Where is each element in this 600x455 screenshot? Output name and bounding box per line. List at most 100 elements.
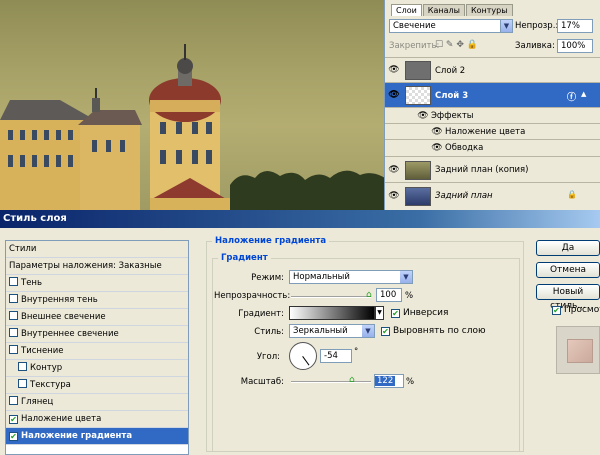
- styles-list: Стили Параметры наложения: Заказные Тень…: [5, 240, 189, 455]
- style-item-label: Текстура: [30, 380, 71, 390]
- blend-options-item[interactable]: Параметры наложения: Заказные: [6, 258, 188, 275]
- cancel-button[interactable]: Отмена: [536, 262, 600, 278]
- style-select[interactable]: Зеркальный ▼: [289, 324, 375, 338]
- reverse-label: Инверсия: [403, 308, 449, 318]
- scale-field[interactable]: 122: [374, 374, 404, 388]
- blend-mode-select[interactable]: Свечение ▼: [389, 19, 513, 33]
- checkbox[interactable]: ✔: [391, 309, 400, 318]
- layer-opacity-value: 17%: [561, 21, 580, 31]
- degree-sign: °: [354, 347, 359, 357]
- layers-tabs: Слои Каналы Контуры: [391, 4, 514, 16]
- style-item-label: Внутренняя тень: [21, 295, 98, 305]
- scale-slider[interactable]: [291, 381, 371, 383]
- image-canvas[interactable]: [0, 0, 385, 210]
- reverse-checkbox[interactable]: ✔ Инверсия: [391, 308, 448, 318]
- eye-icon[interactable]: 👁: [388, 90, 400, 100]
- checkbox[interactable]: ✔: [552, 306, 561, 315]
- checkbox[interactable]: [9, 294, 18, 303]
- style-item[interactable]: Глянец: [6, 394, 188, 411]
- mode-select[interactable]: Нормальный ▼: [289, 270, 413, 284]
- layer-name: Слой 2: [435, 66, 466, 76]
- layer-thumbnail: [405, 161, 431, 180]
- tab-paths[interactable]: Контуры: [465, 4, 513, 16]
- effect-row[interactable]: 👁 Обводка: [385, 139, 600, 156]
- slider-thumb[interactable]: ⌂: [366, 290, 372, 300]
- style-item[interactable]: Контур: [6, 360, 188, 377]
- opacity-field[interactable]: 100: [376, 288, 402, 302]
- fill-label: Заливка:: [515, 41, 555, 51]
- align-checkbox[interactable]: ✔ Выровнять по слою: [381, 326, 486, 336]
- checkbox[interactable]: [9, 311, 18, 320]
- opacity-value: 100: [380, 290, 397, 300]
- styles-header[interactable]: Стили: [6, 241, 188, 258]
- checkbox[interactable]: [9, 396, 18, 405]
- tab-channels[interactable]: Каналы: [422, 4, 465, 16]
- style-item[interactable]: Внешнее свечение: [6, 309, 188, 326]
- fill-field[interactable]: 100%: [557, 39, 593, 53]
- ok-button[interactable]: Да: [536, 240, 600, 256]
- gradient-preview[interactable]: [289, 306, 375, 320]
- eye-icon[interactable]: 👁: [388, 191, 400, 201]
- align-label: Выровнять по слою: [393, 326, 486, 336]
- style-item-label: Внутреннее свечение: [21, 329, 119, 339]
- checkbox[interactable]: [18, 379, 27, 388]
- checkbox[interactable]: [18, 362, 27, 371]
- style-item[interactable]: Внутренняя тень: [6, 292, 188, 309]
- eye-icon[interactable]: 👁: [431, 143, 443, 153]
- angle-dial[interactable]: [289, 342, 317, 370]
- style-item[interactable]: ✔ Наложение градиента: [6, 428, 188, 445]
- eye-icon[interactable]: 👁: [417, 111, 429, 121]
- eye-icon[interactable]: 👁: [388, 165, 400, 175]
- style-item-label: Наложение цвета: [21, 414, 102, 424]
- style-label: Стиль:: [254, 327, 284, 337]
- tab-layers[interactable]: Слои: [391, 4, 422, 16]
- style-item[interactable]: Тиснение: [6, 343, 188, 360]
- layer-opacity-field[interactable]: 17%: [557, 19, 593, 33]
- fill-value: 100%: [561, 41, 586, 51]
- style-item-label: Внешнее свечение: [21, 312, 106, 322]
- preview-checkbox[interactable]: ✔Просмотр: [552, 305, 600, 315]
- scale-value: 122: [375, 376, 396, 386]
- lock-icon: 🔒: [567, 190, 577, 199]
- dialog-title: Стиль слоя: [0, 210, 600, 228]
- chevron-down-icon: ▼: [400, 271, 412, 283]
- angle-field[interactable]: -54: [320, 349, 352, 363]
- new-style-button[interactable]: Новый стиль...: [536, 284, 600, 311]
- style-item-label: Наложение градиента: [21, 431, 133, 441]
- layer-row-selected[interactable]: 👁 Слой 3 ⓕ ▲: [385, 82, 600, 107]
- layer-row[interactable]: 👁 Задний план 🔒: [385, 182, 600, 208]
- checkbox[interactable]: ✔: [9, 415, 18, 424]
- checkbox[interactable]: [9, 328, 18, 337]
- style-value: Зеркальный: [293, 326, 348, 336]
- style-item[interactable]: ✔ Наложение цвета: [6, 411, 188, 428]
- eye-icon[interactable]: 👁: [388, 65, 400, 75]
- preview-swatch: [567, 339, 593, 363]
- layer-name: Задний план: [435, 191, 493, 201]
- checkbox[interactable]: [9, 277, 18, 286]
- slider-thumb[interactable]: ⌂: [349, 375, 355, 385]
- checkbox[interactable]: [9, 345, 18, 354]
- layer-row[interactable]: 👁 Слой 2: [385, 57, 600, 82]
- lock-icons[interactable]: ☐ ✎ ✥ 🔒: [435, 40, 478, 50]
- style-item[interactable]: Текстура: [6, 377, 188, 394]
- chevron-up-icon[interactable]: ▲: [581, 90, 586, 98]
- style-item[interactable]: Тень: [6, 275, 188, 292]
- percent-sign: %: [406, 377, 415, 387]
- preview-label: Просмотр: [564, 305, 600, 315]
- gradient-label: Градиент:: [238, 309, 284, 319]
- blend-mode-value: Свечение: [393, 21, 436, 31]
- effects-icon[interactable]: ⓕ: [567, 90, 576, 103]
- percent-sign: %: [405, 291, 414, 301]
- checkbox[interactable]: ✔: [9, 432, 18, 441]
- opacity-label: Непрозр.:: [515, 21, 559, 31]
- lock-label: Закрепить:: [389, 41, 440, 51]
- chevron-down-icon[interactable]: ▼: [375, 306, 384, 320]
- layer-style-dialog: Стили Параметры наложения: Заказные Тень…: [0, 228, 600, 455]
- checkbox[interactable]: ✔: [381, 327, 390, 336]
- effect-row[interactable]: 👁 Наложение цвета: [385, 123, 600, 139]
- layer-row[interactable]: 👁 Задний план (копия): [385, 156, 600, 182]
- style-item[interactable]: Внутреннее свечение: [6, 326, 188, 343]
- opacity-slider[interactable]: [291, 296, 371, 298]
- effects-row[interactable]: 👁 Эффекты: [385, 107, 600, 123]
- eye-icon[interactable]: 👁: [431, 127, 443, 137]
